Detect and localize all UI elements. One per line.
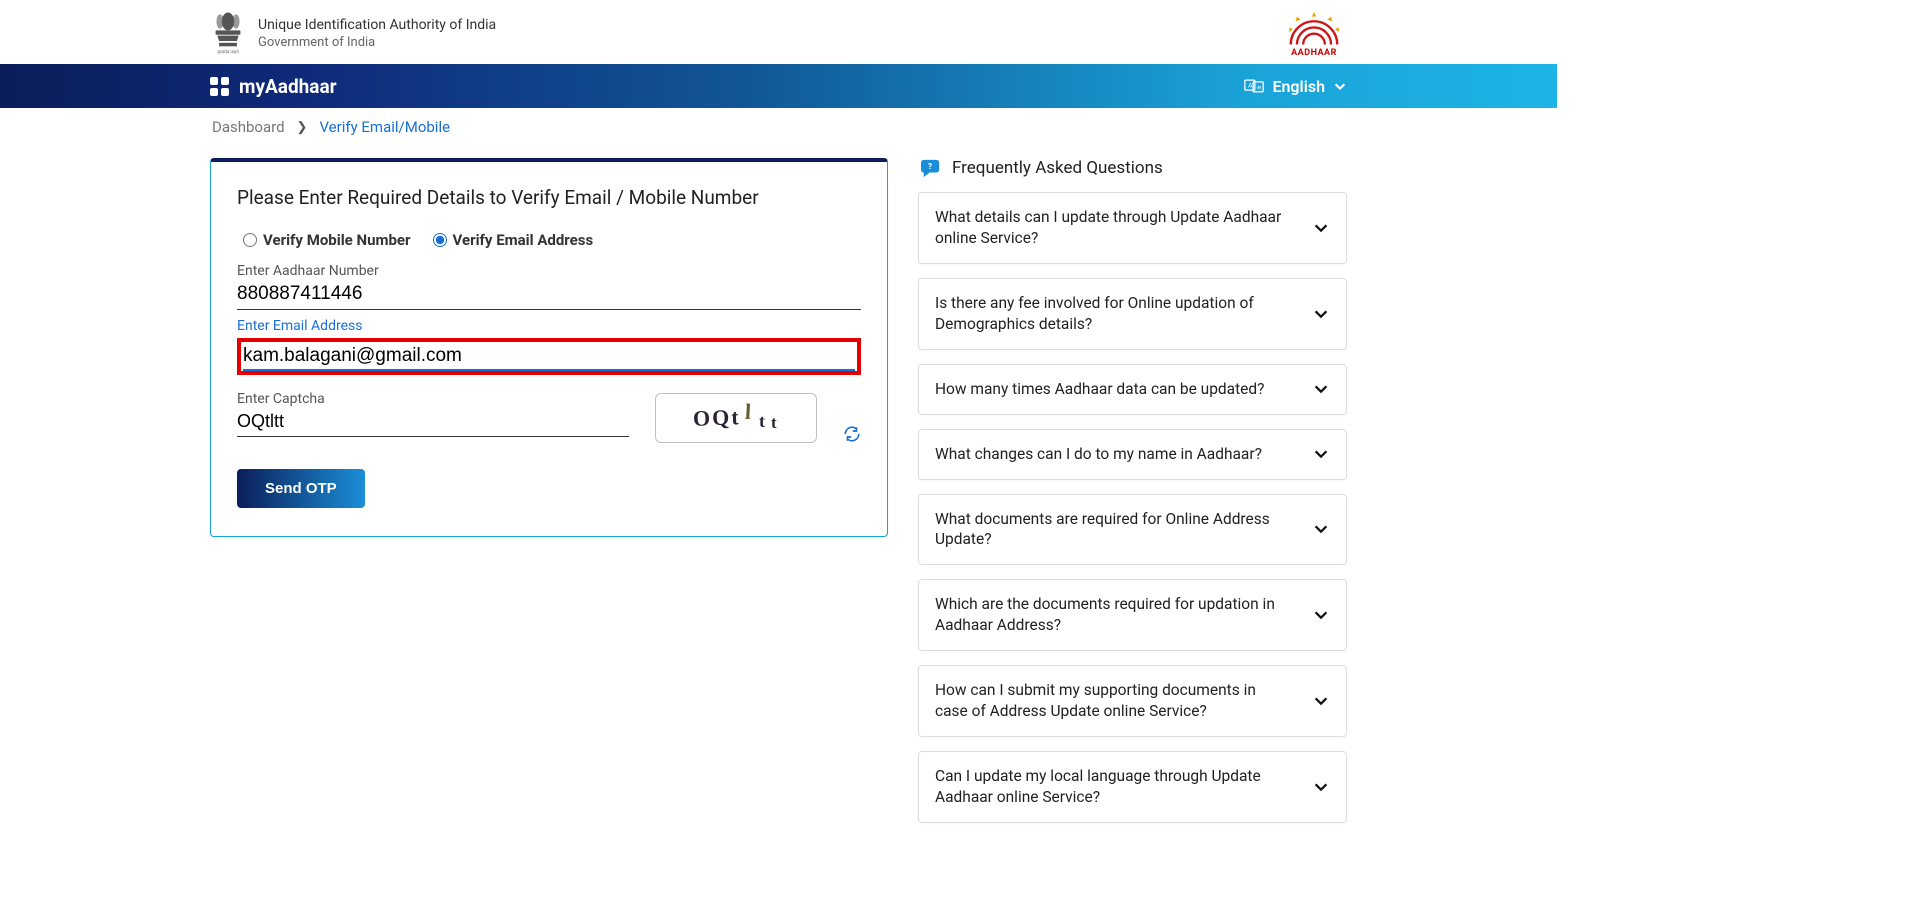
main-content: Please Enter Required Details to Verify … (0, 146, 1557, 877)
org-subtext: Government of India (258, 35, 496, 50)
language-label: English (1272, 77, 1325, 96)
gov-identity: सत्यमेव जयते Unique Identification Autho… (210, 9, 496, 57)
captcha-row: Enter Captcha OQtltt (237, 391, 861, 443)
svg-text:?: ? (928, 161, 932, 171)
faq-item[interactable]: Is there any fee involved for Online upd… (918, 278, 1347, 350)
breadcrumb-separator-icon: ❯ (297, 120, 308, 135)
aadhaar-logo: AADHAAR (1281, 8, 1347, 58)
faq-item[interactable]: How many times Aadhaar data can be updat… (918, 364, 1347, 415)
verify-form-card: Please Enter Required Details to Verify … (210, 158, 888, 537)
breadcrumb-current[interactable]: Verify Email/Mobile (319, 118, 450, 136)
faq-item-text: Which are the documents required for upd… (935, 594, 1285, 636)
chevron-down-icon (1312, 380, 1330, 398)
chevron-down-icon (1333, 79, 1347, 93)
email-field-highlight (237, 338, 861, 375)
svg-text:सत्यमेव जयते: सत्यमेव जयते (217, 49, 239, 55)
faq-item-text: Can I update my local language through U… (935, 766, 1285, 808)
breadcrumb-dashboard[interactable]: Dashboard (212, 118, 285, 136)
language-selector[interactable]: Aअ English (1244, 77, 1347, 96)
faq-item-text: Is there any fee involved for Online upd… (935, 293, 1285, 335)
navbar: myAadhaar Aअ English (0, 64, 1557, 108)
captcha-refresh-icon[interactable] (843, 425, 861, 443)
translate-icon: Aअ (1244, 77, 1264, 95)
breadcrumb: Dashboard ❯ Verify Email/Mobile (0, 108, 1557, 146)
chevron-down-icon (1312, 219, 1330, 237)
faq-item-text: What documents are required for Online A… (935, 509, 1285, 551)
org-name: Unique Identification Authority of India (258, 17, 496, 33)
form-title: Please Enter Required Details to Verify … (237, 186, 861, 209)
nav-brand[interactable]: myAadhaar (210, 75, 337, 98)
faq-item[interactable]: What documents are required for Online A… (918, 494, 1347, 566)
faq-item-text: What details can I update through Update… (935, 207, 1285, 249)
email-label: Enter Email Address (237, 318, 861, 334)
radio-verify-mobile-label[interactable]: Verify Mobile Number (263, 231, 411, 249)
captcha-input[interactable] (237, 409, 629, 437)
faq-item[interactable]: Which are the documents required for upd… (918, 579, 1347, 651)
faq-chat-icon: ? (920, 158, 942, 178)
chevron-down-icon (1312, 606, 1330, 624)
chevron-down-icon (1312, 520, 1330, 538)
send-otp-button[interactable]: Send OTP (237, 469, 365, 508)
chevron-down-icon (1312, 305, 1330, 323)
viewport-scroll[interactable]: सत्यमेव जयते Unique Identification Autho… (0, 0, 1920, 902)
radio-verify-email-label[interactable]: Verify Email Address (453, 231, 594, 249)
aadhaar-field: Enter Aadhaar Number (237, 263, 861, 310)
header-top: सत्यमेव जयते Unique Identification Autho… (0, 0, 1557, 64)
faq-item[interactable]: What changes can I do to my name in Aadh… (918, 429, 1347, 480)
faq-item[interactable]: What details can I update through Update… (918, 192, 1347, 264)
faq-item[interactable]: Can I update my local language through U… (918, 751, 1347, 823)
svg-text:A: A (1249, 82, 1254, 90)
aadhaar-logo-text: AADHAAR (1291, 48, 1337, 58)
captcha-image: OQtltt (655, 393, 817, 443)
faq-item-text: How many times Aadhaar data can be updat… (935, 379, 1264, 400)
radio-verify-email[interactable] (433, 233, 447, 247)
aadhaar-input[interactable] (237, 281, 861, 310)
faq-heading-text: Frequently Asked Questions (952, 158, 1163, 178)
brand-label: myAadhaar (239, 75, 337, 98)
verify-type-radios: Verify Mobile Number Verify Email Addres… (237, 231, 861, 249)
faq-item-text: What changes can I do to my name in Aadh… (935, 444, 1262, 465)
svg-text:अ: अ (1257, 85, 1262, 91)
radio-verify-mobile[interactable] (243, 233, 257, 247)
india-emblem-icon: सत्यमेव जयते (210, 9, 246, 57)
faq-heading: ? Frequently Asked Questions (918, 158, 1347, 178)
faq-panel: ? Frequently Asked Questions What detail… (918, 158, 1347, 837)
apps-grid-icon (210, 77, 229, 96)
captcha-label: Enter Captcha (237, 391, 629, 407)
faq-item-text: How can I submit my supporting documents… (935, 680, 1285, 722)
chevron-down-icon (1312, 692, 1330, 710)
email-input[interactable] (243, 343, 855, 371)
chevron-down-icon (1312, 778, 1330, 796)
faq-item[interactable]: How can I submit my supporting documents… (918, 665, 1347, 737)
chevron-down-icon (1312, 445, 1330, 463)
aadhaar-label: Enter Aadhaar Number (237, 263, 861, 279)
